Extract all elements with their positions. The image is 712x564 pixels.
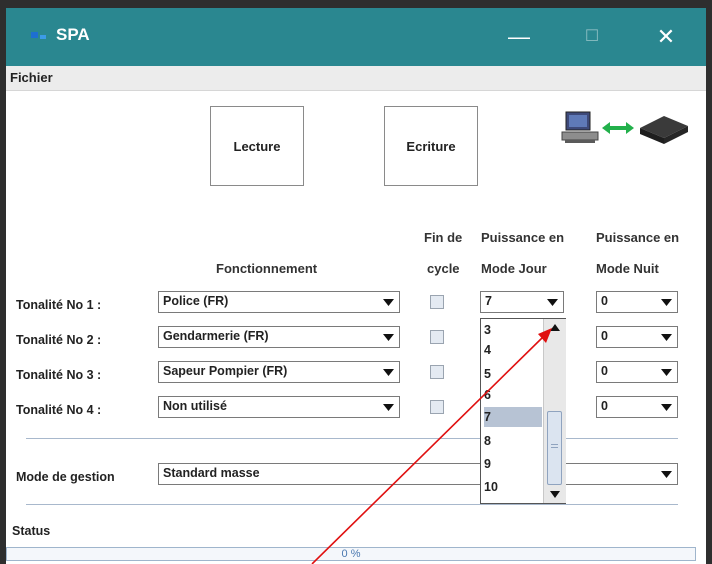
jour-dropdown-list[interactable]: 3 4 5 6 7 8 9 10 xyxy=(480,318,566,504)
tonalite-4-fin-de-cycle-checkbox[interactable] xyxy=(430,400,444,414)
tonalite-1-fonctionnement-select[interactable]: Police (FR) xyxy=(158,291,400,313)
tonalite-4-fonctionnement-select[interactable]: Non utilisé xyxy=(158,396,400,418)
mode-gestion-select[interactable]: Standard masse xyxy=(158,463,678,485)
read-button[interactable]: Lecture xyxy=(210,106,304,186)
menu-fichier[interactable]: Fichier xyxy=(10,70,53,85)
select-value: Non utilisé xyxy=(163,399,227,413)
select-value: 7 xyxy=(485,294,492,308)
chevron-down-icon[interactable] xyxy=(655,464,677,484)
dropdown-option-5[interactable]: 5 xyxy=(484,364,542,384)
tonalite-4-label: Tonalité No 4 : xyxy=(16,403,102,417)
app-logo-icon xyxy=(31,32,46,39)
dropdown-option-9[interactable]: 9 xyxy=(484,454,542,474)
maximize-button[interactable]: ☐ xyxy=(562,8,622,66)
select-value: Gendarmerie (FR) xyxy=(163,329,269,343)
header-puissance-nuit: Puissance en xyxy=(596,230,680,245)
dropdown-option-10[interactable]: 10 xyxy=(484,477,542,497)
header-puissance-jour: Puissance en xyxy=(481,230,565,245)
chevron-down-icon[interactable] xyxy=(377,397,399,417)
mode-gestion-label: Mode de gestion xyxy=(16,470,115,484)
dropdown-option-3[interactable]: 3 xyxy=(484,320,542,340)
computer-to-device-connection-icon xyxy=(561,111,688,144)
tonalite-1-label: Tonalité No 1 : xyxy=(16,298,102,312)
tonalite-3-nuit-select[interactable]: 0 xyxy=(596,361,678,383)
tonalite-1-jour-select[interactable]: 7 xyxy=(480,291,564,313)
header-mode-jour: Mode Jour xyxy=(481,261,547,276)
tonalite-3-label: Tonalité No 3 : xyxy=(16,368,102,382)
dropdown-scrollbar[interactable] xyxy=(543,319,566,503)
scroll-down-icon[interactable] xyxy=(550,491,560,498)
dropdown-option-7-selected[interactable]: 7 xyxy=(484,407,542,427)
separator xyxy=(26,504,678,505)
select-value: Standard masse xyxy=(163,466,260,480)
status-label: Status xyxy=(12,524,51,538)
chevron-down-icon[interactable] xyxy=(377,292,399,312)
scroll-up-icon[interactable] xyxy=(550,324,560,331)
tonalite-2-fonctionnement-select[interactable]: Gendarmerie (FR) xyxy=(158,326,400,348)
header-fonctionnement: Fonctionnement xyxy=(216,261,318,276)
window-title: SPA xyxy=(56,25,90,44)
tonalite-3-fonctionnement-select[interactable]: Sapeur Pompier (FR) xyxy=(158,361,400,383)
chevron-down-icon[interactable] xyxy=(655,362,677,382)
header-cycle: cycle xyxy=(427,261,460,276)
tonalite-2-label: Tonalité No 2 : xyxy=(16,333,102,347)
tonalite-1-fin-de-cycle-checkbox[interactable] xyxy=(430,295,444,309)
close-button[interactable]: ✕ xyxy=(636,8,696,66)
minimize-button[interactable]: — xyxy=(489,8,549,66)
chevron-down-icon[interactable] xyxy=(377,327,399,347)
chevron-down-icon[interactable] xyxy=(655,327,677,347)
dropdown-option-4[interactable]: 4 xyxy=(484,340,542,360)
tonalite-3-fin-de-cycle-checkbox[interactable] xyxy=(430,365,444,379)
tonalite-2-fin-de-cycle-checkbox[interactable] xyxy=(430,330,444,344)
select-value: 0 xyxy=(601,329,608,343)
title-bar: SPA — ☐ ✕ xyxy=(6,8,706,66)
chevron-down-icon[interactable] xyxy=(655,397,677,417)
select-value: Sapeur Pompier (FR) xyxy=(163,364,288,378)
dropdown-option-6[interactable]: 6 xyxy=(484,385,542,405)
select-value: Police (FR) xyxy=(163,294,229,308)
select-value: 0 xyxy=(601,294,608,308)
dropdown-option-8[interactable]: 8 xyxy=(484,431,542,451)
chevron-down-icon[interactable] xyxy=(377,362,399,382)
header-fin-de: Fin de xyxy=(424,230,463,245)
progress-text: 0 % xyxy=(341,548,361,560)
header-mode-nuit: Mode Nuit xyxy=(596,261,659,276)
scrollbar-thumb[interactable] xyxy=(547,411,562,485)
tonalite-4-nuit-select[interactable]: 0 xyxy=(596,396,678,418)
write-button[interactable]: Ecriture xyxy=(384,106,478,186)
status-progress-bar: 0 % xyxy=(6,547,696,561)
chevron-down-icon[interactable] xyxy=(541,292,563,312)
tonalite-2-nuit-select[interactable]: 0 xyxy=(596,326,678,348)
select-value: 0 xyxy=(601,364,608,378)
select-value: 0 xyxy=(601,399,608,413)
separator xyxy=(26,438,678,439)
app-window: SPA — ☐ ✕ Fichier Lecture Ecriture Fonct… xyxy=(6,8,706,564)
tonalite-1-nuit-select[interactable]: 0 xyxy=(596,291,678,313)
chevron-down-icon[interactable] xyxy=(655,292,677,312)
menu-bar: Fichier xyxy=(6,66,706,91)
